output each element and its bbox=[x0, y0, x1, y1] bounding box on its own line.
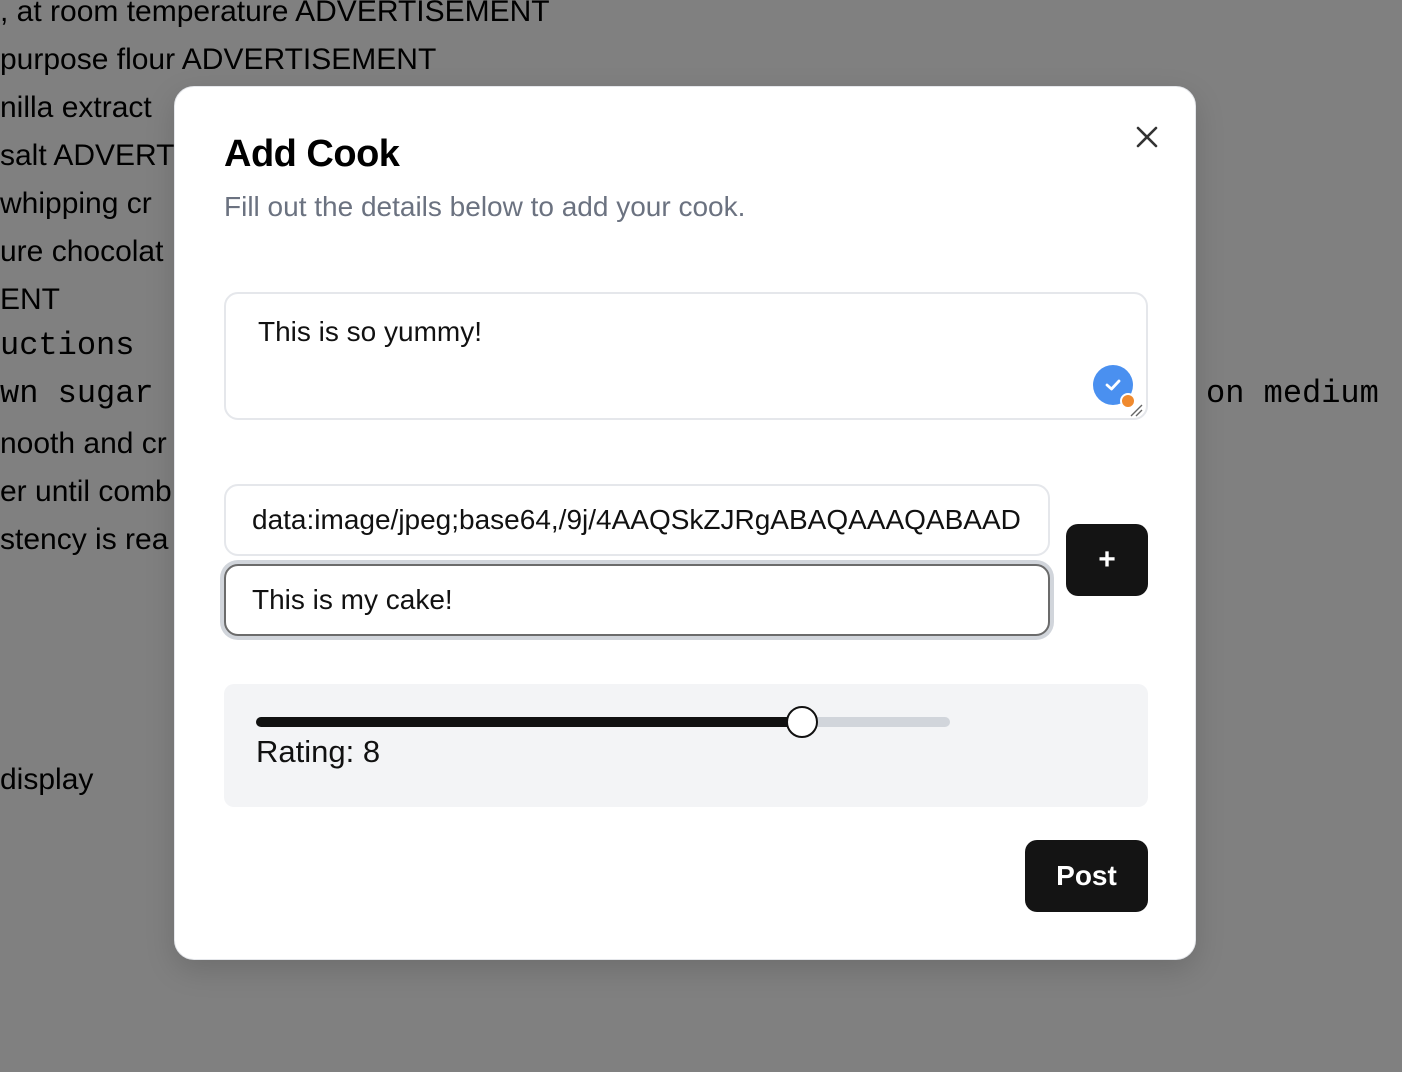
slider-fill bbox=[256, 717, 802, 727]
background-text: display bbox=[0, 763, 94, 796]
resize-handle-icon[interactable] bbox=[1129, 403, 1143, 417]
background-text: ure chocolat bbox=[0, 235, 164, 268]
rating-panel: Rating: 8 bbox=[224, 684, 1148, 807]
close-button[interactable] bbox=[1127, 117, 1167, 157]
image-url-value: data:image/jpeg;base64,/9j/4AAQSkZJRgABA… bbox=[252, 504, 1021, 535]
caption-value: This is my cake! bbox=[252, 584, 453, 615]
background-text: purpose flour ADVERTISEMENT bbox=[0, 43, 437, 76]
background-text: whipping cr bbox=[0, 187, 152, 220]
post-button[interactable]: Post bbox=[1025, 840, 1148, 912]
image-url-input[interactable]: data:image/jpeg;base64,/9j/4AAQSkZJRgABA… bbox=[224, 484, 1050, 556]
dialog-description: Fill out the details below to add your c… bbox=[224, 191, 746, 222]
background-text: , at room temperature ADVERTISEMENT bbox=[0, 0, 550, 28]
background-text: salt ADVERT bbox=[0, 139, 175, 172]
background-text: on medium bbox=[1206, 375, 1379, 412]
rating-label: Rating: 8 bbox=[256, 734, 381, 769]
background-text: uctions bbox=[0, 327, 135, 364]
background-text: ENT bbox=[0, 283, 60, 316]
background-text: er until comb bbox=[0, 475, 172, 508]
add-image-button[interactable]: + bbox=[1066, 524, 1148, 596]
add-cook-dialog: Add Cook Fill out the details below to a… bbox=[174, 86, 1196, 960]
background-text: stency is rea bbox=[0, 523, 169, 556]
dialog-title: Add Cook bbox=[224, 133, 400, 175]
background-text: nooth and cr bbox=[0, 427, 167, 460]
checkmark-icon bbox=[1105, 379, 1121, 391]
background-text: nilla extract bbox=[0, 91, 152, 124]
close-icon bbox=[1136, 126, 1158, 148]
background-text: wn sugar a bbox=[0, 375, 193, 412]
slider-thumb[interactable] bbox=[785, 706, 818, 738]
caption-input[interactable]: This is my cake! bbox=[224, 564, 1050, 636]
review-textarea[interactable]: This is so yummy! bbox=[224, 292, 1148, 420]
